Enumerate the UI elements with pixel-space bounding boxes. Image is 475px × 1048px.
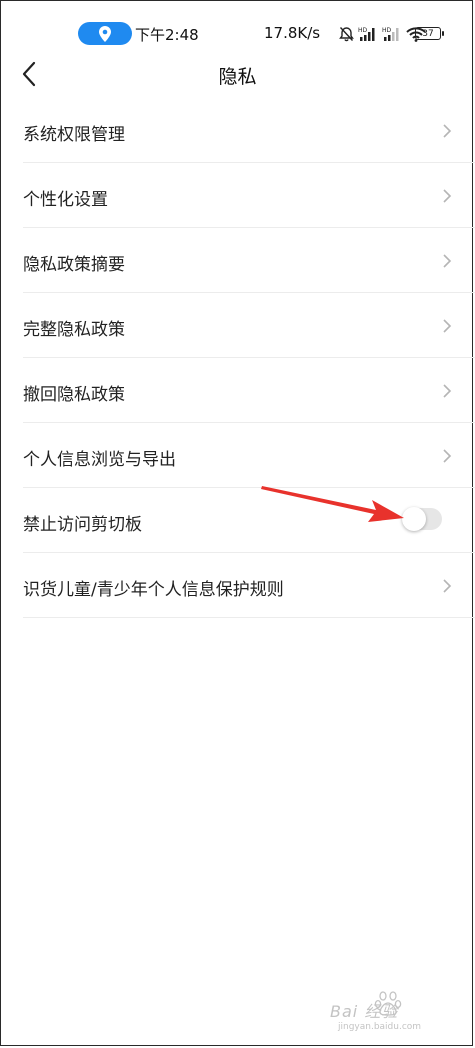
status-icons: HD HD bbox=[339, 25, 426, 43]
svg-text:HD: HD bbox=[358, 27, 368, 34]
battery-icon: 37 bbox=[415, 27, 444, 40]
chevron-right-icon bbox=[443, 189, 452, 203]
svg-text:HD: HD bbox=[382, 27, 392, 34]
menu-item-clipboard-access: 禁止访问剪切板 bbox=[0, 488, 475, 553]
network-speed: 17.8K/s bbox=[264, 24, 321, 42]
battery-level: 37 bbox=[422, 28, 434, 39]
menu-item-system-permissions[interactable]: 系统权限管理 bbox=[0, 98, 475, 163]
chevron-right-icon bbox=[443, 319, 452, 333]
menu-item-label: 识货儿童/青少年个人信息保护规则 bbox=[23, 580, 284, 600]
clipboard-toggle[interactable] bbox=[402, 507, 442, 531]
menu-item-full-privacy-policy[interactable]: 完整隐私政策 bbox=[0, 293, 475, 358]
menu-item-label: 禁止访问剪切板 bbox=[23, 515, 142, 535]
toggle-knob bbox=[402, 507, 426, 531]
chevron-right-icon bbox=[443, 384, 452, 398]
menu-item-personalization[interactable]: 个性化设置 bbox=[0, 163, 475, 228]
menu-item-label: 个性化设置 bbox=[23, 190, 108, 210]
alarm-muted-icon bbox=[339, 27, 354, 42]
privacy-settings-list: 系统权限管理 个性化设置 隐私政策摘要 完整隐私政策 撤回隐私政策 个人信息浏览… bbox=[0, 98, 475, 618]
menu-item-minor-info-protection[interactable]: 识货儿童/青少年个人信息保护规则 bbox=[0, 553, 475, 618]
divider bbox=[23, 617, 475, 618]
signal-hd-1-icon: HD bbox=[358, 27, 375, 41]
watermark: Bai 经验 jingyan.baidu.com bbox=[330, 990, 470, 1040]
page-title: 隐私 bbox=[218, 66, 257, 88]
nav-bar: 隐私 bbox=[0, 50, 475, 98]
menu-item-label: 完整隐私政策 bbox=[23, 320, 125, 340]
menu-item-personal-info-export[interactable]: 个人信息浏览与导出 bbox=[0, 423, 475, 488]
menu-item-label: 隐私政策摘要 bbox=[23, 255, 125, 275]
watermark-brand: Bai 经验 bbox=[330, 1002, 399, 1021]
chevron-right-icon bbox=[443, 579, 452, 593]
location-pin-icon bbox=[99, 25, 111, 42]
signal-hd-2-icon: HD bbox=[382, 27, 399, 41]
menu-item-privacy-summary[interactable]: 隐私政策摘要 bbox=[0, 228, 475, 293]
menu-item-withdraw-privacy-policy[interactable]: 撤回隐私政策 bbox=[0, 358, 475, 423]
chevron-right-icon bbox=[443, 254, 452, 268]
menu-item-label: 系统权限管理 bbox=[23, 125, 125, 145]
watermark-url: jingyan.baidu.com bbox=[338, 1022, 422, 1032]
menu-item-label: 个人信息浏览与导出 bbox=[23, 450, 176, 470]
chevron-right-icon bbox=[443, 449, 452, 463]
chevron-right-icon bbox=[443, 124, 452, 138]
status-bar: 下午2:48 17.8K/s HD HD 37 bbox=[0, 0, 475, 48]
location-indicator bbox=[78, 22, 132, 45]
menu-item-label: 撤回隐私政策 bbox=[23, 385, 125, 405]
status-time: 下午2:48 bbox=[135, 26, 199, 44]
